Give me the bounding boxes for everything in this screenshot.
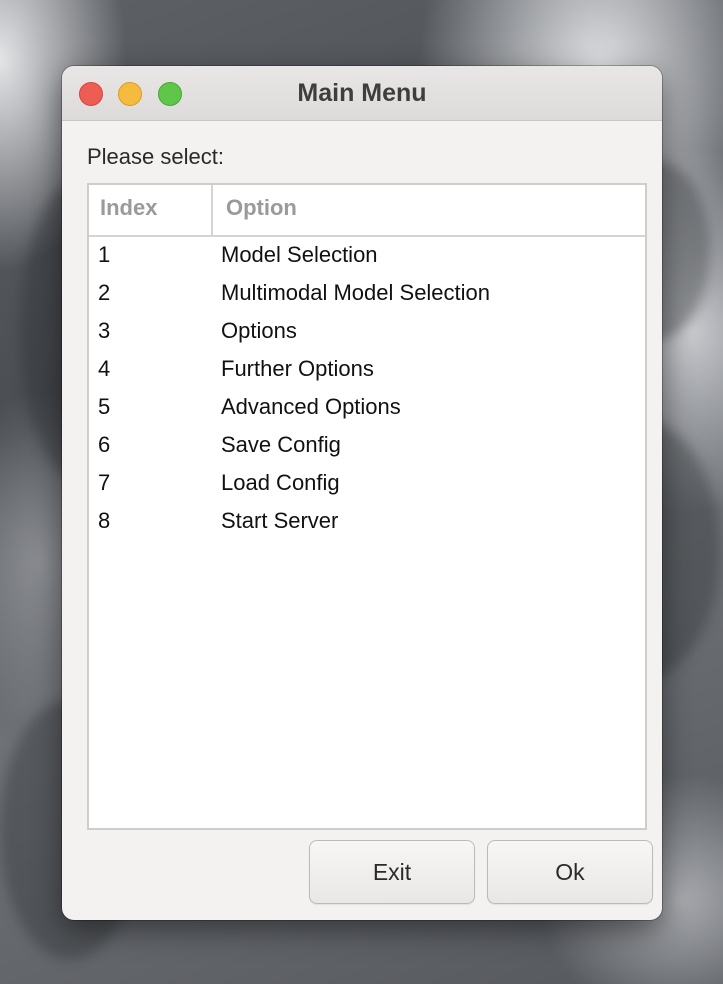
table-row[interactable]: 2 Multimodal Model Selection — [89, 275, 645, 313]
row-option: Advanced Options — [221, 394, 401, 419]
row-index: 5 — [98, 394, 111, 419]
row-index: 8 — [98, 508, 111, 533]
row-option: Load Config — [221, 470, 340, 495]
title-bar[interactable]: Main Menu — [62, 66, 662, 121]
row-option: Save Config — [221, 432, 341, 457]
row-option: Model Selection — [221, 242, 378, 267]
table-body: 1 Model Selection 2 Multimodal Model Sel… — [89, 237, 645, 541]
main-menu-window: Main Menu Please select: Index Option 1 … — [62, 66, 662, 920]
row-option: Multimodal Model Selection — [221, 280, 491, 305]
table-row[interactable]: 7 Load Config — [89, 465, 645, 503]
table-row[interactable]: 6 Save Config — [89, 427, 645, 465]
table-header: Index Option — [89, 185, 645, 237]
row-option: Start Server — [221, 508, 339, 533]
window-title: Main Menu — [297, 79, 427, 107]
table-row[interactable]: 5 Advanced Options — [89, 389, 645, 427]
row-option: Options — [221, 318, 297, 343]
column-header-index[interactable]: Index — [100, 185, 157, 235]
column-divider[interactable] — [211, 185, 213, 235]
options-table: Index Option 1 Model Selection 2 Multimo… — [87, 183, 647, 830]
table-row[interactable]: 8 Start Server — [89, 503, 645, 541]
row-option: Further Options — [221, 356, 374, 381]
table-row[interactable]: 3 Options — [89, 313, 645, 351]
row-index: 6 — [98, 432, 111, 457]
row-index: 1 — [98, 242, 111, 267]
row-index: 3 — [98, 318, 111, 343]
exit-button[interactable]: Exit — [309, 840, 475, 904]
row-index: 7 — [98, 470, 111, 495]
select-prompt-label: Please select: — [87, 144, 224, 169]
table-row[interactable]: 4 Further Options — [89, 351, 645, 389]
column-header-option[interactable]: Option — [226, 185, 297, 235]
row-index: 4 — [98, 356, 111, 381]
ok-button[interactable]: Ok — [487, 840, 653, 904]
row-index: 2 — [98, 280, 111, 305]
table-row[interactable]: 1 Model Selection — [89, 237, 645, 275]
